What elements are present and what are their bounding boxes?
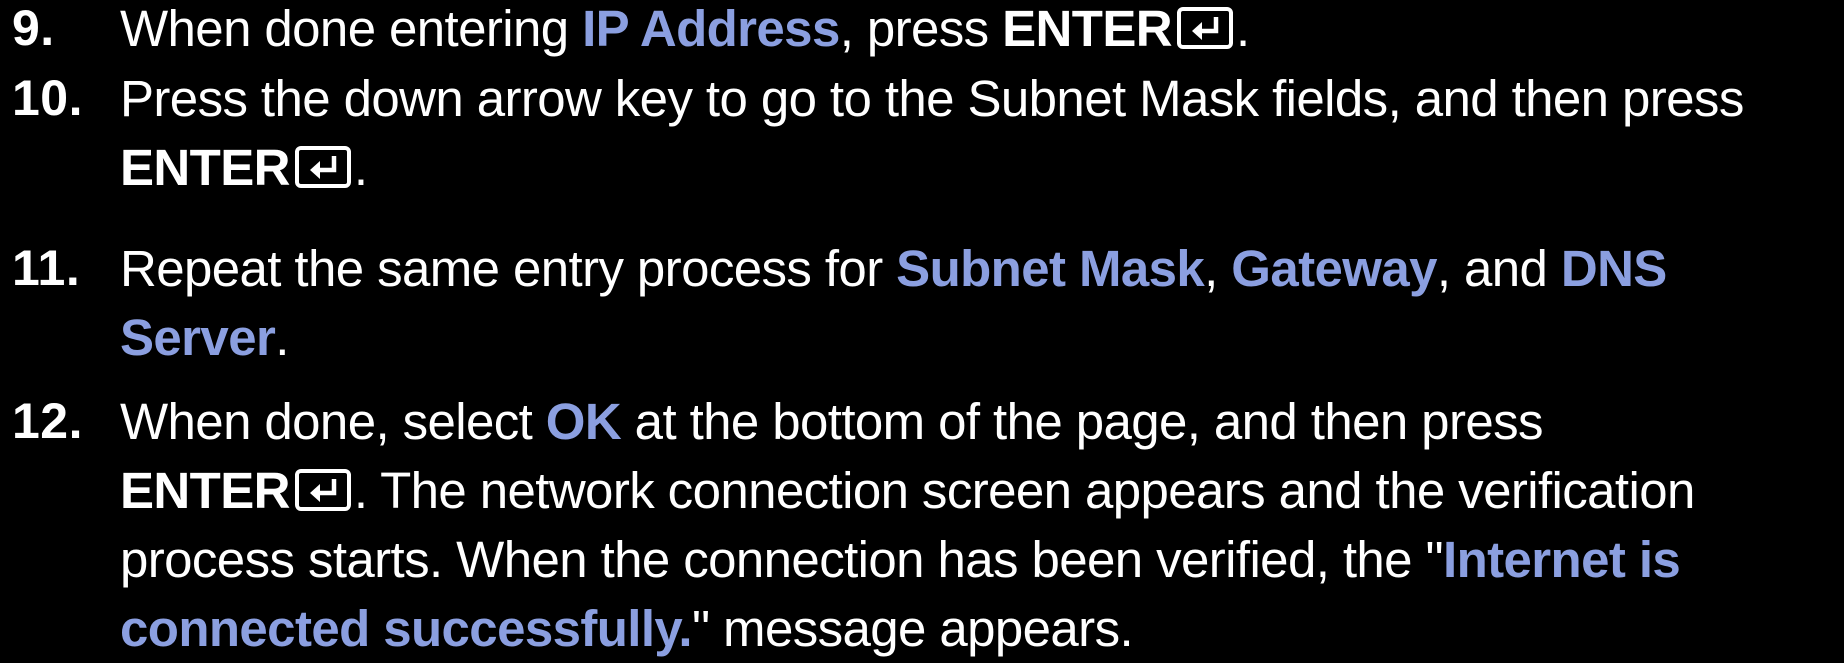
highlighted-term: Subnet Mask [896, 240, 1205, 297]
step-text: When done entering IP Address, press ENT… [120, 0, 1840, 63]
step-text-segment: at the bottom of the page, and then pres… [621, 393, 1544, 450]
step-number: 10. [12, 70, 84, 126]
step-number: 11. [12, 240, 81, 296]
step-number: 12. [12, 393, 84, 449]
highlighted-term: Server [120, 309, 276, 366]
step-text-segment: , [1204, 240, 1232, 297]
step-text-segment: " message appears. [691, 600, 1134, 657]
enter-key-icon [294, 145, 354, 189]
step-text-segment: Press the down arrow key to go to the Su… [120, 70, 1744, 127]
step-line: ENTER . The network connection screen app… [120, 456, 1840, 525]
step-text-segment: Repeat the same entry process for [120, 240, 897, 297]
step-text-segment: When done, select [120, 393, 546, 450]
step-text: Repeat the same entry process for Subnet… [120, 234, 1840, 372]
step-text-segment: . [1236, 0, 1250, 57]
step-line: connected successfully." message appears… [120, 594, 1840, 663]
highlighted-term: Internet is [1443, 531, 1681, 588]
step-number: 9. [12, 0, 55, 56]
enter-key-icon [294, 468, 354, 512]
highlighted-term: IP Address [582, 0, 840, 57]
step-text-segment: , and [1436, 240, 1561, 297]
enter-key-icon [1176, 6, 1236, 50]
step-line: Press the down arrow key to go to the Su… [120, 64, 1840, 133]
step-line: When done entering IP Address, press ENT… [120, 0, 1840, 63]
step-text-segment: , press [839, 0, 1003, 57]
step-line: Server. [120, 303, 1840, 372]
highlighted-term: OK [545, 393, 622, 450]
step-line: ENTER. [120, 133, 1840, 202]
highlighted-term: DNS [1560, 240, 1667, 297]
step-text: When done, select OK at the bottom of th… [120, 387, 1840, 663]
highlighted-term: Gateway [1231, 240, 1437, 297]
highlighted-term: connected successfully. [120, 600, 693, 657]
step-line: When done, select OK at the bottom of th… [120, 387, 1840, 456]
step-line: Repeat the same entry process for Subnet… [120, 234, 1840, 303]
step-text-segment: . [275, 309, 289, 366]
step-text: Press the down arrow key to go to the Su… [120, 64, 1840, 202]
key-name: ENTER [120, 462, 290, 519]
key-name: ENTER [120, 139, 290, 196]
step-text-segment: process starts. When the connection has … [120, 531, 1444, 588]
step-text-segment: . The network connection screen appears … [353, 462, 1695, 519]
step-text-segment: . [353, 139, 368, 196]
key-name: ENTER [1002, 0, 1172, 57]
step-text-segment: When done entering [120, 0, 583, 57]
step-line: process starts. When the connection has … [120, 525, 1840, 594]
